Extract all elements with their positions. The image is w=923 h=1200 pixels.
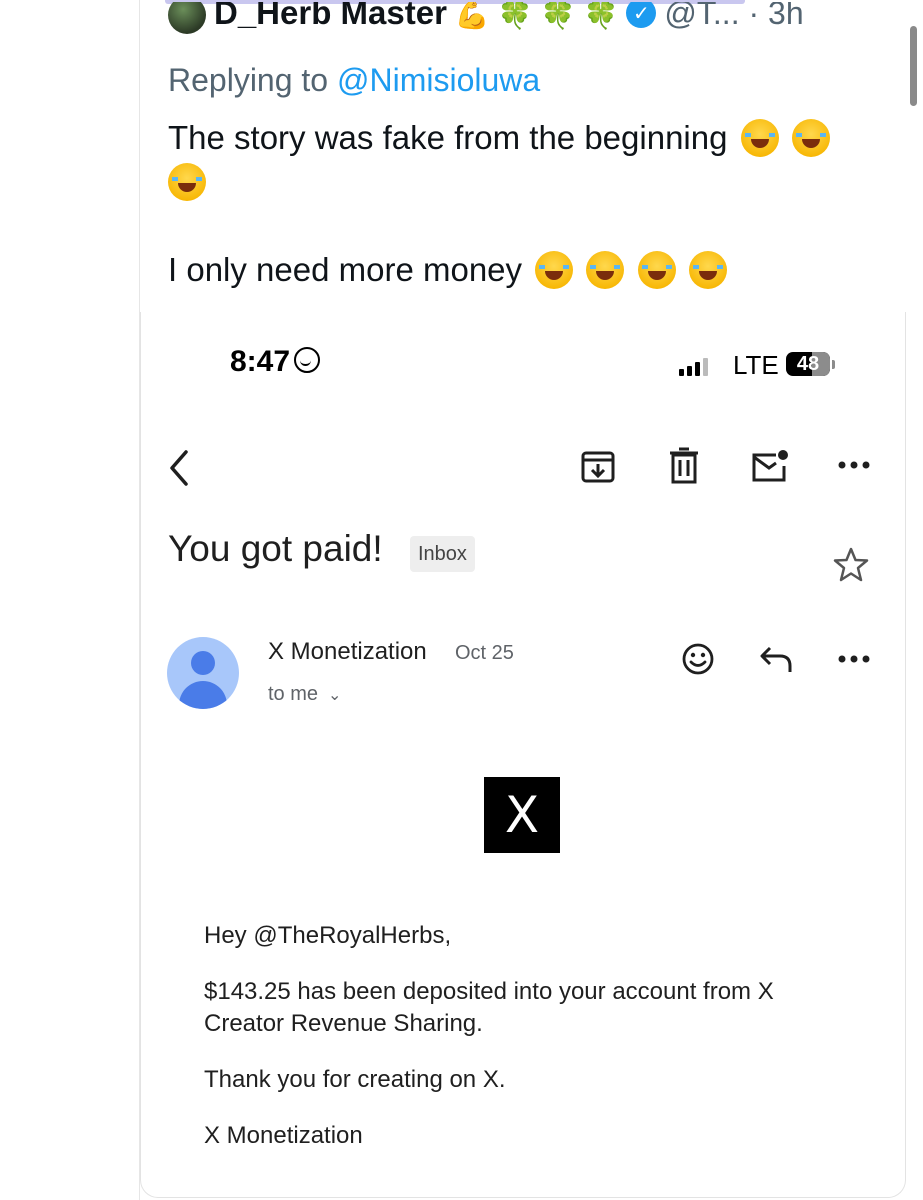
- laughing-emoji-icon: [791, 119, 830, 157]
- trash-icon[interactable]: [668, 447, 700, 485]
- scrollbar-track[interactable]: [904, 18, 923, 1200]
- flexed-biceps-emoji: 💪: [454, 2, 490, 30]
- clover-emoji: 🍀: [540, 2, 576, 30]
- tweet-line-2: I only need more money: [168, 248, 868, 292]
- recipient-details[interactable]: to me ⌄: [268, 683, 341, 706]
- laughing-emoji-icon: [740, 119, 779, 157]
- phone-status-time: 8:47: [230, 345, 321, 379]
- battery-icon: 48: [786, 352, 830, 376]
- star-icon[interactable]: [832, 546, 870, 584]
- x-logo: X: [484, 777, 560, 853]
- sender-avatar[interactable]: [167, 637, 239, 709]
- tweet-line-1-wrap: [168, 160, 868, 204]
- more-icon[interactable]: [836, 652, 872, 666]
- replying-to: Replying to @Nimisioluwa: [168, 62, 540, 99]
- tweet-header: D_Herb Master 💪 🍀 🍀 🍀 ✓ @T... · 3h: [168, 2, 868, 40]
- laughing-emoji-icon: [688, 251, 727, 289]
- author-avatar[interactable]: [168, 2, 206, 34]
- battery-tip: [832, 360, 835, 369]
- email-signature: X Monetization: [204, 1122, 363, 1149]
- smiley-icon: [294, 347, 321, 373]
- email-message: $143.25 has been deposited into your acc…: [204, 978, 774, 1037]
- sender-name[interactable]: X Monetization: [268, 638, 427, 666]
- laughing-emoji-icon: [535, 251, 574, 289]
- verified-badge-icon: ✓: [626, 2, 657, 28]
- tweet-line-1: The story was fake from the beginning: [168, 116, 868, 160]
- laughing-emoji-icon: [637, 251, 676, 289]
- tweet-line-1-text: The story was fake from the beginning: [168, 119, 728, 156]
- email-greeting: Hey @TheRoyalHerbs,: [204, 922, 452, 949]
- replying-mention-link[interactable]: @Nimisioluwa: [337, 62, 540, 98]
- author-display-name[interactable]: D_Herb Master: [214, 2, 447, 32]
- replying-prefix: Replying to: [168, 62, 329, 98]
- recipient-text: to me: [268, 683, 319, 705]
- tweet-line-2-text: I only need more money: [168, 251, 523, 288]
- mail-unread-icon[interactable]: [750, 448, 790, 484]
- laughing-emoji-icon: [586, 251, 625, 289]
- chevron-down-icon: ⌄: [328, 687, 342, 704]
- more-icon[interactable]: [836, 458, 872, 472]
- emoji-react-icon[interactable]: [681, 642, 715, 676]
- inbox-label-chip[interactable]: Inbox: [410, 536, 475, 572]
- tweet-text: The story was fake from the beginning I …: [168, 116, 868, 292]
- email-thanks: Thank you for creating on X.: [204, 1066, 506, 1093]
- network-type: LTE: [733, 350, 779, 380]
- phone-time-text: 8:47: [230, 345, 291, 378]
- author-handle-time[interactable]: @T... · 3h: [664, 2, 803, 32]
- archive-icon[interactable]: [580, 449, 616, 485]
- clover-emoji: 🍀: [583, 2, 619, 30]
- laughing-emoji-icon: [168, 163, 206, 201]
- reply-icon[interactable]: [758, 644, 794, 674]
- email-subject: You got paid!: [168, 528, 383, 569]
- signal-bars-icon: [679, 358, 708, 376]
- battery-level: 48: [796, 353, 820, 375]
- clover-emoji: 🍀: [497, 2, 533, 30]
- scrollbar-thumb[interactable]: [910, 26, 917, 106]
- back-arrow-icon[interactable]: [164, 448, 194, 488]
- email-date: Oct 25: [455, 642, 514, 664]
